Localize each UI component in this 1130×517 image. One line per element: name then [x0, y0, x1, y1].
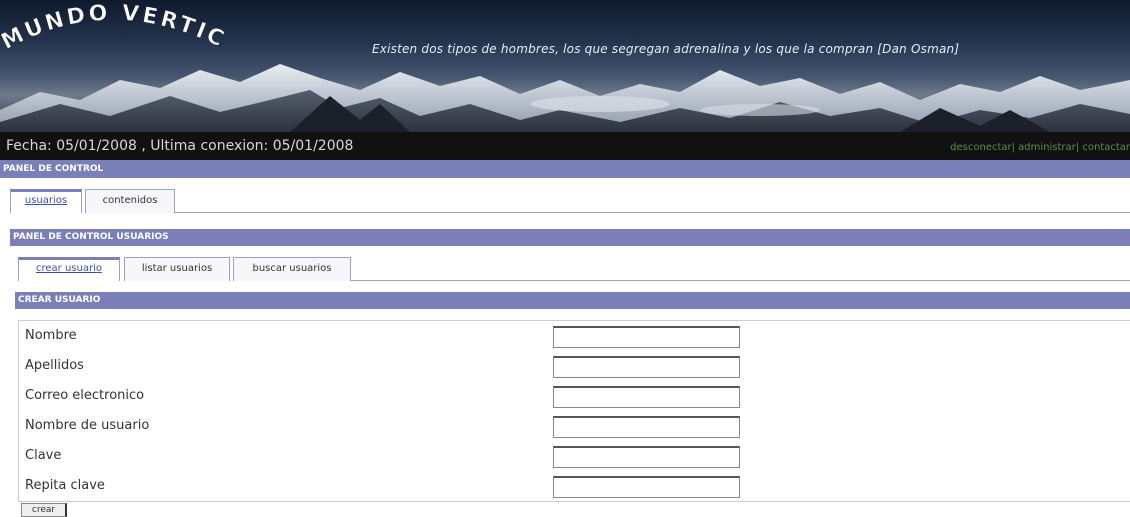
link-separator: | — [1075, 142, 1080, 153]
site-logo[interactable]: MUNDO VERTICAL — [0, 0, 240, 64]
create-user-title: CREAR USUARIO — [15, 292, 1130, 309]
header-quote: Existen dos tipos de hombres, los que se… — [372, 42, 960, 56]
field-label-apellidos: Apellidos — [25, 358, 84, 373]
apellidos-input[interactable] — [553, 356, 740, 378]
correo-input[interactable] — [553, 386, 740, 408]
admin-link[interactable]: administrar — [1018, 142, 1076, 153]
link-separator: | — [1011, 142, 1015, 153]
svg-text:MUNDO VERTICAL: MUNDO VERTICAL — [0, 0, 230, 55]
tab-crear-usuario[interactable]: crear usuario — [18, 257, 120, 281]
logout-link[interactable]: desconectar — [950, 142, 1011, 153]
logo-text: MUNDO VERTICAL — [0, 0, 227, 55]
field-label-nombre: Nombre — [25, 328, 77, 343]
tab-usuarios[interactable]: usuarios — [10, 189, 82, 213]
contact-link[interactable]: contactar — [1082, 142, 1130, 153]
top-links: desconectar| administrar| contactar — [950, 142, 1130, 153]
tab-listar-usuarios[interactable]: listar usuarios — [124, 257, 230, 281]
field-label-usuario: Nombre de usuario — [25, 418, 150, 433]
subtab-divider — [351, 280, 1130, 281]
session-date-text: Fecha: 05/01/2008 , Ultima conexion: 05/… — [6, 138, 354, 154]
tab-buscar-usuarios[interactable]: buscar usuarios — [233, 257, 351, 281]
info-bar: Fecha: 05/01/2008 , Ultima conexion: 05/… — [0, 132, 1130, 160]
field-label-clave: Clave — [25, 448, 62, 463]
repita-clave-input[interactable] — [553, 476, 740, 498]
create-user-form: Nombre Apellidos Correo electronico Nomb… — [18, 320, 1130, 502]
control-panel-title: PANEL DE CONTROL — [0, 160, 1130, 178]
tab-divider — [175, 212, 1130, 213]
users-panel-title: PANEL DE CONTROL USUARIOS — [10, 229, 1130, 246]
field-label-repita-clave: Repita clave — [25, 478, 105, 493]
usuario-input[interactable] — [553, 416, 740, 438]
tab-contenidos[interactable]: contenidos — [85, 189, 175, 213]
header-banner: MUNDO VERTICAL Existen dos tipos de homb… — [0, 0, 1130, 132]
clave-input[interactable] — [553, 446, 740, 468]
nombre-input[interactable] — [553, 326, 740, 348]
field-label-correo: Correo electronico — [25, 388, 145, 403]
